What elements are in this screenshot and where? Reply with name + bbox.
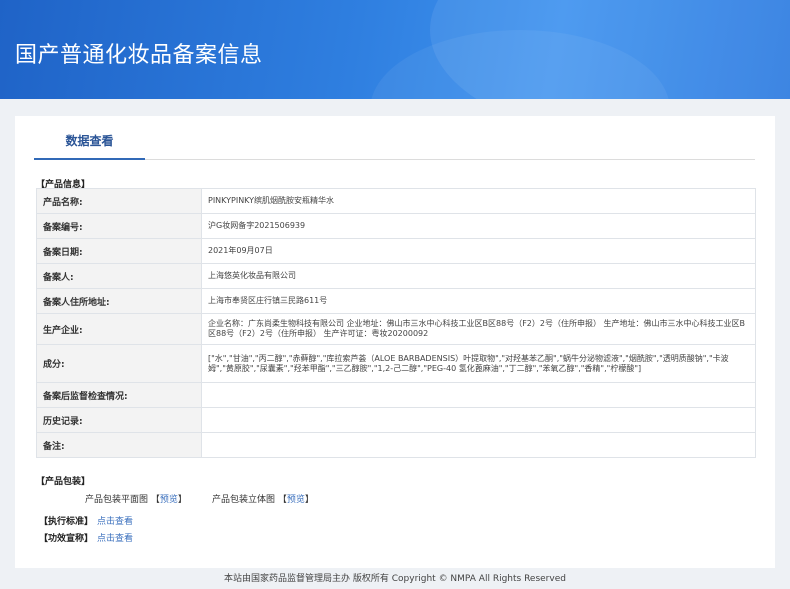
row-value: ["水","甘油","丙二醇","赤藓醇","库拉索芦荟（ALOE BARBAD… [201,344,756,383]
table-row: 备案人: 上海悠英化妆品有限公司 [36,263,756,289]
efficacy-label: 【功效宣称】 [39,534,94,544]
tab-active-indicator [34,158,145,160]
row-value [201,407,756,433]
bracket-close: 】 [177,495,187,505]
package-item-label: 产品包装平面图 [85,495,149,505]
bracket-open: 【 [277,495,287,505]
standards-label: 【执行标准】 [39,517,94,527]
standards-row: 【执行标准】 点击查看 [39,514,133,527]
standards-link[interactable]: 点击查看 [97,517,133,527]
row-value: 沪G妆网备字2021506939 [201,213,756,239]
product-info-table: 产品名称: PINKYPINKY缤肌烟酰胺安瓶精华水 备案编号: 沪G妆网备字2… [36,188,756,458]
row-value: 企业名称：广东尚柔生物科技有限公司 企业地址：佛山市三水中心科技工业区B区88号… [201,313,756,345]
preview-link-flat[interactable]: 预览 [160,495,178,505]
row-key: 备案日期: [36,238,202,264]
row-value: PINKYPINKY缤肌烟酰胺安瓶精华水 [201,188,756,214]
row-value [201,432,756,458]
efficacy-row: 【功效宣称】 点击查看 [39,531,133,544]
preview-link-3d[interactable]: 预览 [287,495,305,505]
package-item-3d: 产品包装立体图 【预览】 [212,492,314,505]
row-key: 生产企业: [36,313,202,345]
row-value [201,382,756,408]
row-key: 产品名称: [36,188,202,214]
row-key: 备案人住所地址: [36,288,202,314]
table-row: 成分: ["水","甘油","丙二醇","赤藓醇","库拉索芦荟（ALOE BA… [36,344,756,383]
table-row: 备案后监督检查情况: [36,382,756,408]
row-key: 备案后监督检查情况: [36,382,202,408]
footer-copyright: 本站由国家药品监督管理局主办 版权所有 Copyright © NMPA All… [224,574,566,584]
table-row: 备注: [36,432,756,458]
packaging-label: 【产品包装】 [36,477,91,487]
row-key: 备案编号: [36,213,202,239]
table-row: 备案日期: 2021年09月07日 [36,238,756,264]
row-key: 备案人: [36,263,202,289]
bracket-open: 【 [150,495,160,505]
table-row: 历史记录: [36,407,756,433]
row-key: 备注: [36,432,202,458]
row-value: 上海市奉贤区庄行镇三民路611号 [201,288,756,314]
efficacy-link[interactable]: 点击查看 [97,534,133,544]
row-key: 成分: [36,344,202,383]
row-value: 2021年09月07日 [201,238,756,264]
row-value: 上海悠英化妆品有限公司 [201,263,756,289]
bracket-close: 】 [304,495,314,505]
content-card: 数据查看 【产品信息】 产品名称: PINKYPINKY缤肌烟酰胺安瓶精华水 备… [15,116,775,568]
table-row: 备案人住所地址: 上海市奉贤区庄行镇三民路611号 [36,288,756,314]
tab-data-view[interactable]: 数据查看 [34,132,145,160]
page-title: 国产普通化妆品备案信息 [15,43,263,68]
table-row: 生产企业: 企业名称：广东尚柔生物科技有限公司 企业地址：佛山市三水中心科技工业… [36,313,756,345]
row-key: 历史记录: [36,407,202,433]
table-row: 产品名称: PINKYPINKY缤肌烟酰胺安瓶精华水 [36,188,756,214]
table-row: 备案编号: 沪G妆网备字2021506939 [36,213,756,239]
package-item-flat: 产品包装平面图 【预览】 [85,492,187,505]
package-item-label: 产品包装立体图 [212,495,276,505]
header-banner: 国产普通化妆品备案信息 [0,0,790,99]
